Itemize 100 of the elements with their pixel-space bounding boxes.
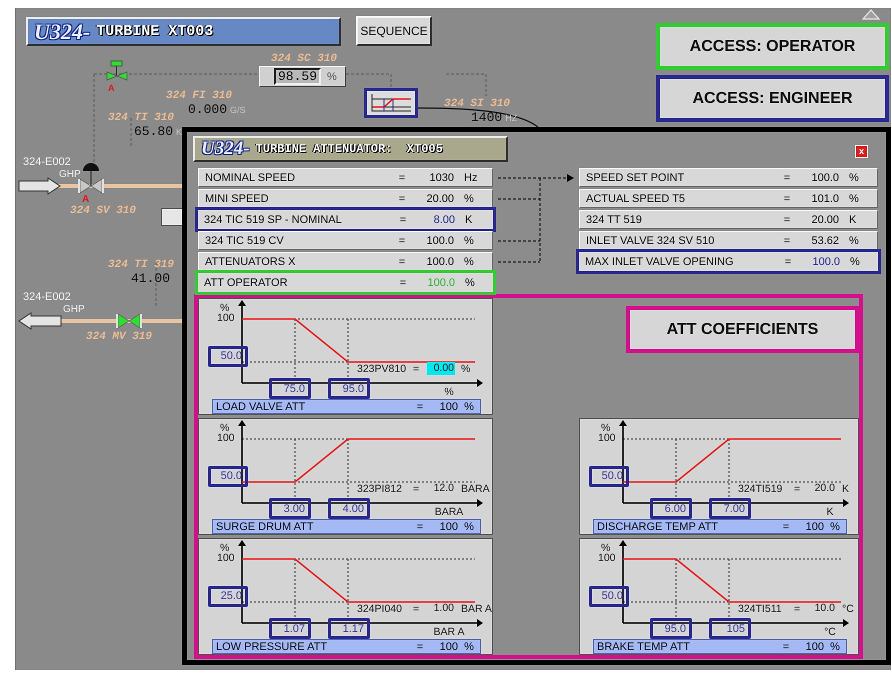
result-label: DISCHARGE TEMP ATT xyxy=(596,520,720,532)
signal-line xyxy=(446,74,486,96)
tick-label: 100 xyxy=(598,552,616,564)
axis-unit: % xyxy=(220,422,230,434)
mode-label: A xyxy=(108,83,114,93)
equals-sign: = xyxy=(782,520,790,532)
unit-label: K xyxy=(176,127,182,137)
unit-label: HZ xyxy=(505,113,518,123)
close-button[interactable]: x xyxy=(855,144,868,158)
chart-icon xyxy=(369,93,413,113)
tag-label: 324TI519 xyxy=(738,483,782,495)
parameter-label: MAX INLET VALVE OPENING xyxy=(584,256,735,268)
unit-label: % xyxy=(463,234,475,246)
medium-label: GHP xyxy=(63,304,85,315)
unit-label: % xyxy=(464,276,476,288)
parameter-value: 20.00 xyxy=(810,214,839,226)
tag-label: 324TI511 xyxy=(738,603,782,615)
tag-label: 324 TI 310 xyxy=(108,112,174,124)
tag-label: 324 TI 319 xyxy=(108,259,174,271)
equals-sign: = xyxy=(416,640,424,652)
coefficients-title-panel: ATT COEFFICIENTS xyxy=(626,306,859,353)
measurement-value: 1400 xyxy=(471,110,502,125)
unit-label: % xyxy=(829,640,841,652)
unit-label: % xyxy=(461,363,470,375)
result-value: 100 xyxy=(438,520,458,532)
unit-label: % xyxy=(848,192,860,204)
unit-label: BARA xyxy=(461,483,490,495)
unit-label: % xyxy=(848,234,860,246)
result-value: 100 xyxy=(804,640,824,652)
tag-label: 323PV810 xyxy=(357,363,406,375)
tick-label: 100 xyxy=(217,552,235,564)
equals-sign: = xyxy=(782,640,790,652)
window-title: TURBINE XT003 xyxy=(96,23,214,40)
parameter-label: ATTENUATORS X xyxy=(204,256,296,268)
signal-line xyxy=(130,118,132,148)
axis-unit: °C xyxy=(823,626,837,638)
parameter-value: 101.0 xyxy=(810,192,839,204)
parameter-label: 324 TIC 519 SP - NOMINAL xyxy=(203,214,343,226)
unit-label: % xyxy=(327,70,337,82)
result-label: LOAD VALVE ATT xyxy=(215,400,306,412)
result-value: 100 xyxy=(804,520,824,532)
mode-label: A xyxy=(82,194,90,205)
parameter-label: INLET VALVE 324 SV 510 xyxy=(585,234,716,246)
unit-label: Hz xyxy=(463,172,478,184)
result-value: 100 xyxy=(438,400,458,412)
axis-unit: BARA xyxy=(434,506,464,518)
reading-value: 12.0 xyxy=(432,482,455,495)
parameter-label: MINI SPEED xyxy=(204,192,270,204)
parameter-label: 324 TIC 519 CV xyxy=(204,234,285,246)
access-panel: ACCESS: OPERATOR xyxy=(656,23,889,70)
parameter-value: 100.0 xyxy=(811,256,840,268)
axis-unit: % xyxy=(601,422,610,434)
equals-sign: = xyxy=(398,276,408,288)
reading-value: 1.00 xyxy=(432,602,455,615)
equals-sign: = xyxy=(398,234,406,246)
source-label: 324-E002 xyxy=(23,156,71,168)
equals-sign: = xyxy=(782,192,792,204)
equals-sign: = xyxy=(782,214,792,226)
reading-value: 0.00 xyxy=(427,362,455,375)
medium-label: GHP xyxy=(59,169,81,180)
parameter-value: 8.00 xyxy=(432,214,455,226)
reading-value: 10.0 xyxy=(814,602,836,615)
signal-line xyxy=(346,74,392,88)
equals-sign: = xyxy=(398,192,406,204)
parameter-label: ATT OPERATOR xyxy=(203,276,289,288)
unit-label: % xyxy=(829,520,841,532)
unit-label: G/S xyxy=(230,105,246,115)
display-box xyxy=(161,208,183,226)
parameter-value: 1030 xyxy=(428,172,454,184)
caret-icon[interactable] xyxy=(862,9,880,20)
parameter-value: 100.0 xyxy=(426,276,455,288)
trend-button[interactable] xyxy=(364,88,418,118)
parameter-label: ACTUAL SPEED T5 xyxy=(585,192,686,204)
equals-sign: = xyxy=(416,520,424,532)
sequence-button[interactable]: SEQUENCE xyxy=(356,16,432,46)
tick-label: 100 xyxy=(217,432,235,444)
axis-unit: % xyxy=(601,542,610,554)
parameter-value: 100.0 xyxy=(425,234,454,246)
parameter-value: 100.0 xyxy=(810,172,839,184)
equals-sign: = xyxy=(794,483,800,495)
parameter-label: 324 TT 519 xyxy=(585,214,643,226)
speed-input-field[interactable]: 98.59 xyxy=(274,68,322,85)
parameter-value: 100.0 xyxy=(425,256,454,268)
unit-label: BAR A xyxy=(461,603,492,615)
axis-unit: % xyxy=(220,302,230,314)
unit-label: °C xyxy=(842,603,854,615)
equals-sign: = xyxy=(782,172,792,184)
access-panel: ACCESS: ENGINEER xyxy=(656,75,889,122)
axis-unit: BAR A xyxy=(432,626,466,638)
measurement-value: 65.80 xyxy=(134,124,174,139)
tag-label: 324 SV 310 xyxy=(70,205,136,217)
result-value: 100 xyxy=(438,640,458,652)
unit-label: % xyxy=(849,256,861,268)
tag-label: 324 SI 310 xyxy=(444,98,510,110)
tag-label: 324 MV 319 xyxy=(86,331,152,343)
measurement-value: 0.000 xyxy=(188,102,228,117)
equals-sign: = xyxy=(413,603,420,615)
tag-label: 324 SC 310 xyxy=(271,53,338,65)
result-label: LOW PRESSURE ATT xyxy=(215,640,328,652)
equals-sign: = xyxy=(794,603,800,615)
